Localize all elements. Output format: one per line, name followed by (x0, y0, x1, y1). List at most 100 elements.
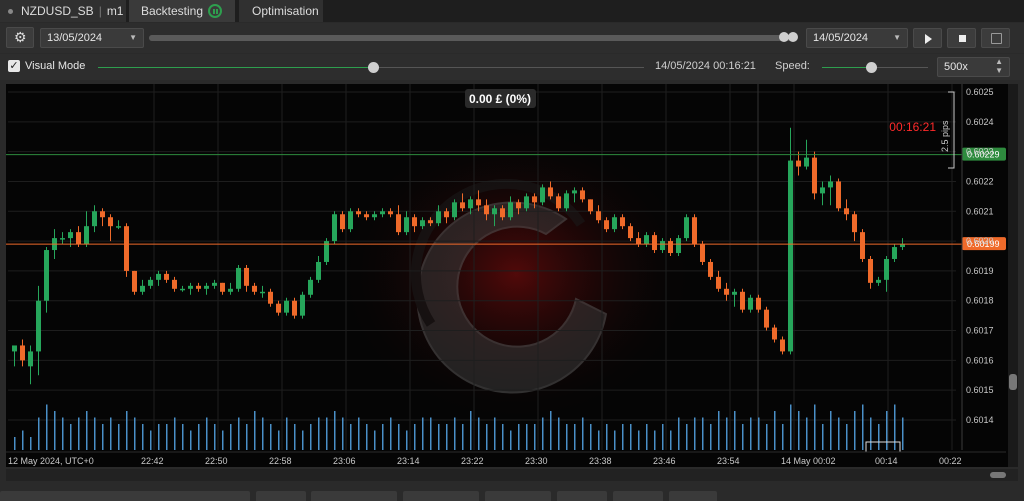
time-tick-label: 12 May 2024, UTC+0 (8, 456, 94, 466)
volume-bar (230, 424, 232, 450)
price-tick-label: 0.6021 (966, 206, 994, 216)
candle-body (404, 217, 409, 233)
bottom-tab-3[interactable] (311, 491, 397, 501)
candle-body (828, 181, 833, 188)
tab-symbol[interactable]: NZDUSD_SB | m1 (0, 0, 126, 22)
speed-slider[interactable] (822, 62, 928, 73)
candle-body (508, 202, 513, 218)
volume-bar (94, 417, 96, 450)
candle-body (276, 303, 281, 313)
volume-bar (414, 424, 416, 450)
volume-bar (214, 424, 216, 450)
volume-bar (62, 417, 64, 450)
save-button[interactable] (981, 28, 1010, 48)
volume-bar (526, 424, 528, 450)
settings-button[interactable]: ⚙ (6, 27, 34, 48)
candle-body (540, 187, 545, 203)
time-tick-label: 14 May 00:02 (781, 456, 836, 466)
candle-body (196, 285, 201, 289)
volume-bar (574, 424, 576, 450)
horizontal-scroll-thumb[interactable] (990, 472, 1006, 478)
candle-body (580, 190, 585, 200)
volume-bar (510, 430, 512, 450)
volume-bar (566, 424, 568, 450)
volume-bar (366, 424, 368, 450)
candle-body (228, 288, 233, 292)
volume-bar (310, 424, 312, 450)
bottom-tab-6[interactable] (557, 491, 607, 501)
volume-bar (350, 424, 352, 450)
volume-bar (670, 430, 672, 450)
bottom-tab-5[interactable] (485, 491, 551, 501)
candle-body (724, 288, 729, 295)
range-handle-end[interactable] (788, 32, 798, 42)
stop-button[interactable] (947, 28, 976, 48)
volume-bar (126, 411, 128, 450)
bottom-tab-8[interactable] (669, 491, 717, 501)
start-date-value: 13/05/2024 (47, 32, 103, 44)
candle-body (364, 214, 369, 218)
horizontal-scrollbar[interactable] (6, 469, 1018, 481)
candle-body (596, 211, 601, 221)
candle-body (140, 285, 145, 292)
visual-mode-progress-handle[interactable] (368, 62, 379, 73)
candle-body (100, 211, 105, 218)
volume-bar (542, 417, 544, 450)
tab-optimisation[interactable]: Optimisation (239, 0, 323, 22)
volume-bar (622, 424, 624, 450)
candle-body (468, 199, 473, 209)
candle-body (860, 232, 865, 259)
volume-bar (270, 424, 272, 450)
candle-body (388, 211, 393, 215)
end-date-picker[interactable]: 14/05/2024 ▼ (806, 28, 908, 48)
candle-body (588, 199, 593, 212)
speed-selector[interactable]: 500x ▲ ▼ (937, 57, 1010, 77)
vertical-scroll-thumb[interactable] (1009, 374, 1017, 390)
candle-body (452, 202, 457, 218)
pause-icon[interactable] (208, 4, 222, 18)
chart-canvas[interactable]: 0.602290.60199 0.60250.60240.60230.60220… (6, 84, 1018, 467)
visual-mode-label: Visual Mode (25, 60, 86, 72)
visual-mode-checkbox[interactable]: ✓ (8, 60, 20, 72)
candle-body (556, 196, 561, 209)
candle-body (284, 300, 289, 313)
vertical-scrollbar[interactable] (1008, 84, 1018, 467)
bottom-tab-7[interactable] (613, 491, 663, 501)
volume-bar (470, 411, 472, 450)
period-range-slider[interactable] (149, 32, 798, 42)
start-date-picker[interactable]: 13/05/2024 ▼ (40, 28, 144, 48)
volume-bar (382, 424, 384, 450)
volume-bar (198, 424, 200, 450)
price-tick-label: 0.6020 (966, 236, 994, 246)
volume-bar (374, 430, 376, 450)
volume-bar (326, 417, 328, 450)
bottom-tab-4[interactable] (403, 491, 479, 501)
candle-body (852, 214, 857, 233)
time-axis: 12 May 2024, UTC+0 22:42 22:50 22:58 23:06 23… (6, 451, 1006, 466)
price-axis: 0.6025 0.6024 0.6023 0.6022 0.6021 0.6020 0.60… (961, 84, 994, 450)
volume-bar (398, 424, 400, 450)
play-button[interactable] (913, 28, 942, 48)
volume-bar (318, 417, 320, 450)
candle-body (108, 217, 113, 227)
price-chart[interactable]: 0.60229 0.60199 0.6025 0.6024 0.6023 0.6022 0… (6, 84, 1018, 467)
volume-bar (646, 424, 648, 450)
volume-bar (342, 417, 344, 450)
speed-handle[interactable] (866, 62, 877, 73)
volume-bar (614, 430, 616, 450)
bottom-tab-2[interactable] (256, 491, 306, 501)
volume-bar (782, 424, 784, 450)
candle-body (28, 351, 33, 367)
volume-bar (30, 437, 32, 450)
volume-bar (46, 404, 48, 450)
candle-body (604, 220, 609, 230)
volume-bar (142, 424, 144, 450)
tab-backtesting-label: Backtesting (141, 4, 204, 18)
bottom-tab-1[interactable] (0, 491, 250, 501)
candle-body (244, 267, 249, 286)
candle-body (476, 199, 481, 206)
volume-bar (246, 424, 248, 450)
volume-bar (878, 424, 880, 450)
visual-mode-toolbar: ✓ Visual Mode 14/05/2024 00:16:21 Speed:… (0, 54, 1024, 80)
spread-pips-label: 2.5 pips (940, 120, 950, 152)
